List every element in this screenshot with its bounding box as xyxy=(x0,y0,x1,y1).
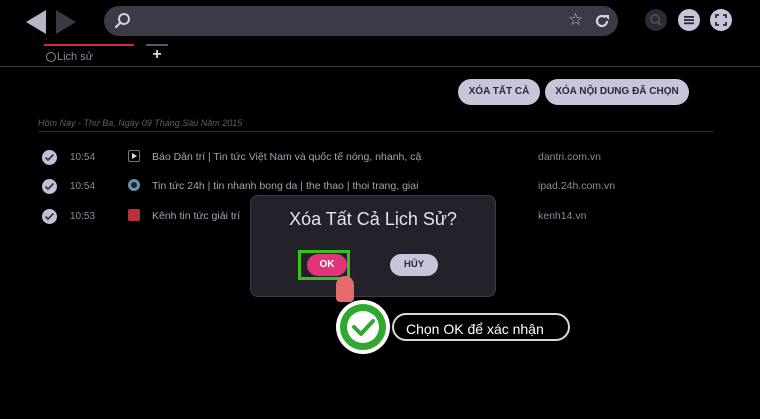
history-time: 10:53 xyxy=(70,211,96,222)
check-badge-icon xyxy=(336,300,390,354)
tab-history[interactable]: Lịch sử xyxy=(44,44,134,66)
date-divider xyxy=(38,131,714,132)
search-icon xyxy=(114,13,130,29)
24h-icon xyxy=(128,179,140,191)
history-time: 10:54 xyxy=(70,152,96,163)
callout-label: Chọn OK để xác nhận xyxy=(392,313,570,341)
forward-icon[interactable] xyxy=(56,10,76,34)
history-domain: kenh14.vn xyxy=(538,210,587,222)
confirm-dialog: Xóa Tất Cả Lịch Sử? xyxy=(250,195,496,297)
reload-icon[interactable] xyxy=(592,11,612,31)
ok-button[interactable]: OK xyxy=(307,254,347,276)
fullscreen-icon[interactable] xyxy=(710,9,732,31)
clock-icon xyxy=(46,52,56,62)
star-icon[interactable]: ☆ xyxy=(568,11,586,29)
add-tab-button[interactable]: + xyxy=(146,44,168,66)
checkbox-checked-icon[interactable] xyxy=(42,209,57,224)
tab-divider xyxy=(0,66,760,67)
dialog-title: Xóa Tất Cả Lịch Sử? xyxy=(289,209,457,229)
back-icon[interactable] xyxy=(26,10,46,34)
date-header: Hôm Nay - Thứ Ba, Ngày 09 Tháng Sáu Năm … xyxy=(38,118,243,128)
address-bar[interactable]: ☆ xyxy=(104,6,618,36)
history-domain: ipad.24h.com.vn xyxy=(538,180,616,192)
checkbox-checked-icon[interactable] xyxy=(42,150,57,165)
history-title[interactable]: Báo Dân trí | Tin tức Việt Nam và quốc t… xyxy=(152,151,422,163)
dantri-icon xyxy=(128,150,140,162)
pointer-cursor-icon xyxy=(336,276,354,302)
menu-icon[interactable] xyxy=(678,9,700,31)
clear-all-button[interactable]: XÓA TẤT CẢ xyxy=(458,79,540,105)
checkbox-checked-icon[interactable] xyxy=(42,179,57,194)
cancel-button[interactable]: HỦY xyxy=(390,254,438,276)
clear-selected-button[interactable]: XÓA NỘI DUNG ĐÃ CHỌN xyxy=(545,79,689,105)
kenh14-icon xyxy=(128,209,140,221)
history-domain: dantri.com.vn xyxy=(538,151,602,163)
history-title[interactable]: Tin tức 24h | tin nhanh bong da | the th… xyxy=(152,180,422,192)
zoom-icon[interactable] xyxy=(645,9,667,31)
history-time: 10:54 xyxy=(70,181,96,192)
tab-history-label: Lịch sử xyxy=(57,51,94,63)
history-row[interactable]: 10:54 Báo Dân trí | Tin tức Việt Nam và … xyxy=(38,146,714,172)
